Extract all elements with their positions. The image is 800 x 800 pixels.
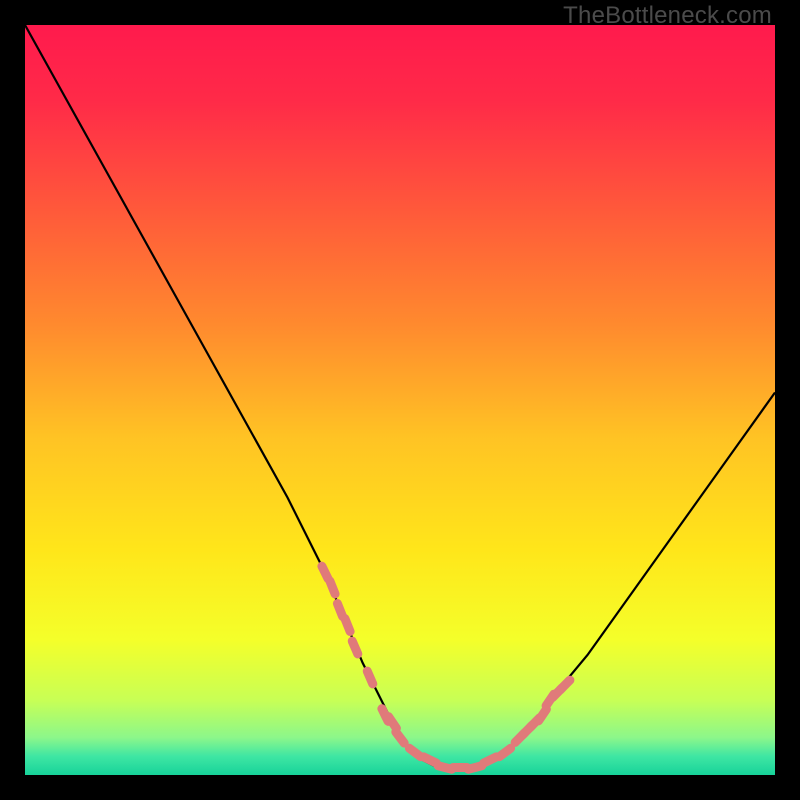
highlight-dash (367, 671, 373, 684)
highlight-dash (322, 566, 328, 579)
gradient-background (25, 25, 775, 775)
highlight-dash (468, 766, 482, 769)
highlight-dash (337, 604, 342, 617)
highlight-dash (352, 641, 358, 654)
chart-frame (25, 25, 775, 775)
highlight-dash (484, 757, 497, 763)
watermark-text: TheBottleneck.com (563, 2, 772, 30)
highlight-dash (345, 619, 350, 632)
bottleneck-chart (25, 25, 775, 775)
highlight-dash (424, 757, 437, 763)
highlight-dash (330, 581, 335, 594)
